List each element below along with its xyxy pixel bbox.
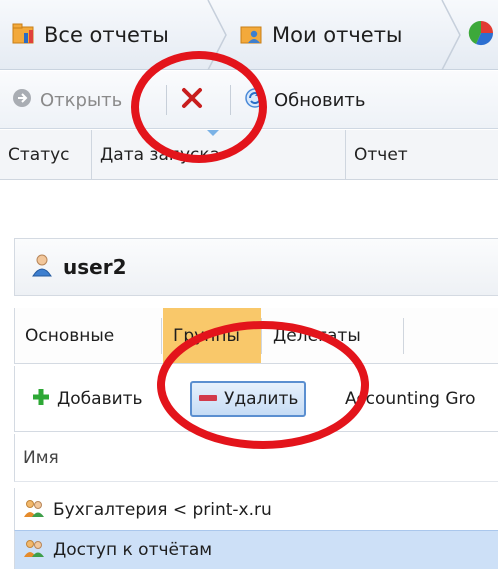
- user-name: user2: [63, 255, 127, 279]
- group-selector[interactable]: Accounting Gro: [345, 366, 476, 432]
- sort-indicator-icon: [207, 130, 219, 136]
- open-button[interactable]: Открыть: [12, 71, 122, 129]
- reports-panel: Все отчеты Мои отчеты Открыть Обновить С…: [0, 0, 498, 220]
- tab-separator: [161, 318, 162, 354]
- breadcrumb-item-all-reports[interactable]: Все отчеты: [12, 0, 169, 70]
- tab-delegates[interactable]: Делегаты: [263, 308, 403, 363]
- remove-label: Удалить: [224, 389, 299, 409]
- list-item-label: Доступ к отчётам: [53, 540, 213, 560]
- group-icon: [23, 538, 45, 563]
- column-header-report[interactable]: Отчет: [346, 130, 498, 180]
- folder-chart-icon: [12, 21, 36, 50]
- user-folder-icon: [240, 21, 264, 50]
- breadcrumb-item-my-reports[interactable]: Мои отчеты: [240, 0, 403, 70]
- open-label: Открыть: [40, 89, 123, 111]
- tab-separator: [261, 318, 262, 354]
- delete-report-button[interactable]: [180, 71, 204, 129]
- breadcrumb: Все отчеты Мои отчеты: [0, 0, 498, 70]
- green-plus-icon: [31, 387, 51, 412]
- refresh-label: Обновить: [274, 89, 366, 111]
- red-minus-icon: [198, 389, 218, 409]
- column-header-status[interactable]: Статус: [0, 130, 92, 180]
- breadcrumb-overflow[interactable]: [468, 0, 494, 70]
- refresh-button[interactable]: Обновить: [244, 71, 365, 129]
- breadcrumb-separator: [440, 0, 464, 70]
- toolbar-separator: [230, 85, 231, 115]
- groups-toolbar: Добавить Удалить Accounting Gro: [14, 366, 498, 432]
- list-item-selected[interactable]: Доступ к отчётам: [14, 530, 498, 569]
- user-header: user2: [14, 238, 498, 296]
- add-group-button[interactable]: Добавить: [31, 366, 143, 432]
- breadcrumb-label: Мои отчеты: [272, 23, 403, 47]
- toolbar-separator: [166, 85, 167, 115]
- list-item[interactable]: Бухгалтерия < print-x.ru: [14, 488, 498, 532]
- user-tabs: Основные Группы Делегаты: [14, 308, 498, 364]
- red-x-icon: [180, 86, 204, 115]
- pie-chart-icon: [468, 20, 494, 51]
- refresh-icon: [244, 87, 266, 114]
- add-label: Добавить: [57, 389, 143, 409]
- user-icon: [31, 253, 53, 281]
- column-header-launch-date[interactable]: Дата запуска: [92, 130, 346, 180]
- reports-grid-header: Статус Дата запуска Отчет: [0, 130, 498, 180]
- tab-separator: [403, 318, 404, 354]
- tab-general[interactable]: Основные: [15, 308, 155, 363]
- tab-groups[interactable]: Группы: [163, 308, 261, 363]
- user-panel: user2 Основные Группы Делегаты Добавить …: [0, 238, 498, 569]
- breadcrumb-label: Все отчеты: [44, 23, 169, 47]
- reports-toolbar: Открыть Обновить: [0, 71, 498, 129]
- breadcrumb-separator: [206, 0, 230, 70]
- group-selector-label: Accounting Gro: [345, 389, 476, 409]
- remove-group-button[interactable]: Удалить: [190, 381, 307, 417]
- groups-list-header[interactable]: Имя: [14, 434, 498, 482]
- group-icon: [23, 498, 45, 523]
- list-item-label: Бухгалтерия < print-x.ru: [53, 500, 272, 520]
- arrow-right-circle-icon: [12, 88, 32, 113]
